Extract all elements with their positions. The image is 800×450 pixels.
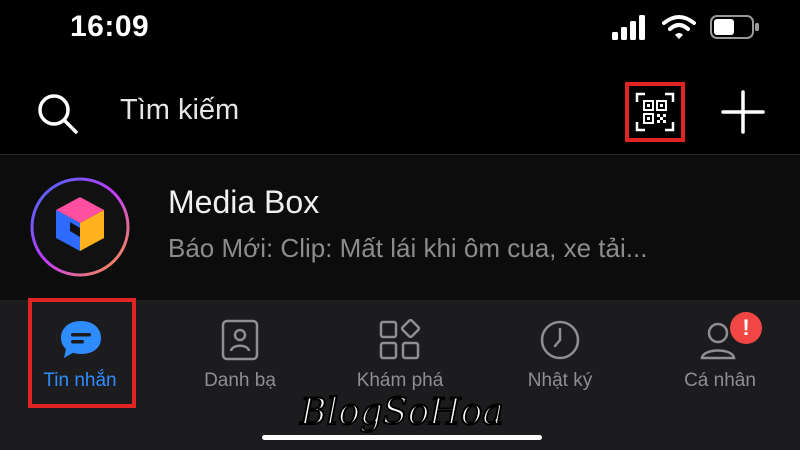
tab-label-contacts: Danh bạ — [204, 370, 276, 391]
tab-profile[interactable]: ! Cá nhân — [640, 300, 800, 410]
signal-icon — [612, 15, 645, 40]
status-bar: 16:09 — [0, 0, 800, 64]
conversation-item[interactable]: Media Box Báo Mới: Clip: Mất lái khi ôm … — [0, 155, 800, 300]
header: Tìm kiếm — [0, 64, 800, 155]
contacts-icon — [221, 319, 259, 361]
tab-label-discover: Khám phá — [356, 370, 444, 391]
battery-icon — [710, 15, 759, 39]
notification-badge: ! — [730, 312, 762, 344]
search-input[interactable]: Tìm kiếm — [120, 94, 239, 127]
search-icon[interactable] — [36, 92, 80, 136]
grid-diamond-icon — [379, 318, 421, 360]
watermark-text: BlogSoHoa — [299, 391, 505, 434]
wifi-icon — [662, 15, 696, 39]
status-icons — [612, 14, 760, 40]
tab-label-profile: Cá nhân — [684, 370, 756, 391]
conversation-name: Media Box — [168, 184, 320, 220]
tab-label-timeline: Nhật ký — [527, 370, 593, 391]
qr-scan-button[interactable] — [625, 82, 685, 142]
media-box-avatar — [30, 177, 130, 277]
conversation-preview: Báo Mới: Clip: Mất lái khi ôm cua, xe tả… — [168, 233, 648, 263]
add-button[interactable] — [720, 89, 766, 135]
qr-code-icon — [635, 92, 675, 132]
watermark-underline — [262, 435, 542, 440]
watermark-logo: BlogSoHoa — [262, 391, 542, 444]
clock-icon — [540, 320, 580, 360]
status-time: 16:09 — [70, 10, 150, 43]
highlight-box — [28, 298, 136, 408]
